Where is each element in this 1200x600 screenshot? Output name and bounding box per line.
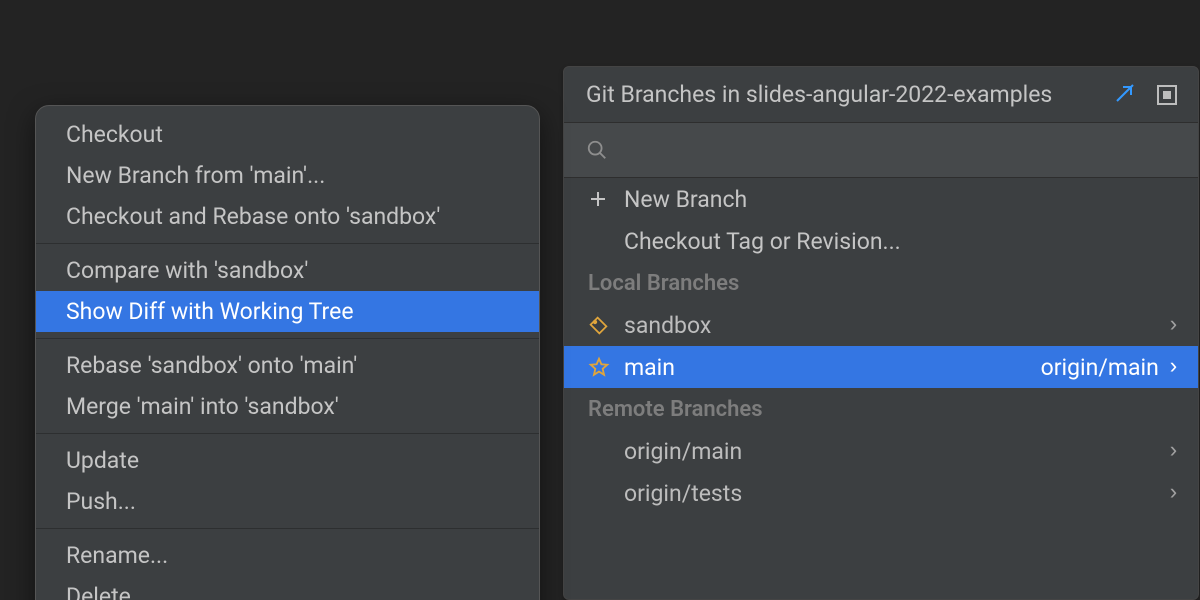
- branch-context-menu: Checkout New Branch from 'main'... Check…: [35, 105, 540, 600]
- checkout-tag-label: Checkout Tag or Revision...: [624, 228, 1180, 255]
- star-icon: [588, 356, 624, 378]
- branch-label: origin/main: [624, 438, 1167, 465]
- chevron-right-icon: ›: [1167, 439, 1180, 464]
- remote-branches-header: Remote Branches: [564, 388, 1198, 430]
- tracking-label: origin/main: [1041, 354, 1159, 381]
- tag-icon: [588, 315, 624, 336]
- ctx-rename[interactable]: Rename...: [36, 535, 539, 576]
- branch-label: main: [624, 354, 1041, 381]
- chevron-right-icon: ›: [1167, 355, 1180, 380]
- checkout-tag-action[interactable]: Checkout Tag or Revision...: [564, 220, 1198, 262]
- new-branch-label: New Branch: [624, 186, 1180, 213]
- branch-origin-tests[interactable]: origin/tests ›: [564, 472, 1198, 514]
- pin-icon[interactable]: [1112, 82, 1138, 108]
- branch-main[interactable]: main origin/main ›: [564, 346, 1198, 388]
- ctx-checkout[interactable]: Checkout: [36, 114, 539, 155]
- chevron-right-icon: ›: [1167, 313, 1180, 338]
- separator: [36, 338, 539, 339]
- chevron-right-icon: ›: [1167, 481, 1180, 506]
- ctx-push[interactable]: Push...: [36, 481, 539, 522]
- branch-origin-main[interactable]: origin/main ›: [564, 430, 1198, 472]
- separator: [36, 528, 539, 529]
- popup-title: Git Branches in slides-angular-2022-exam…: [586, 81, 1112, 108]
- branch-search-input[interactable]: [618, 137, 1176, 163]
- popup-titlebar: Git Branches in slides-angular-2022-exam…: [564, 67, 1198, 123]
- ctx-update[interactable]: Update: [36, 440, 539, 481]
- branch-label: sandbox: [624, 312, 1167, 339]
- ctx-compare-with[interactable]: Compare with 'sandbox': [36, 250, 539, 291]
- plus-icon: [588, 189, 624, 209]
- ctx-new-branch-from[interactable]: New Branch from 'main'...: [36, 155, 539, 196]
- ctx-delete[interactable]: Delete: [36, 576, 539, 600]
- separator: [36, 243, 539, 244]
- ctx-checkout-rebase[interactable]: Checkout and Rebase onto 'sandbox': [36, 196, 539, 237]
- ctx-show-diff[interactable]: Show Diff with Working Tree: [36, 291, 539, 332]
- branch-sandbox[interactable]: sandbox ›: [564, 304, 1198, 346]
- ctx-merge-into[interactable]: Merge 'main' into 'sandbox': [36, 386, 539, 427]
- local-branches-header: Local Branches: [564, 262, 1198, 304]
- branches-list: New Branch Checkout Tag or Revision... L…: [564, 178, 1198, 599]
- branch-label: origin/tests: [624, 480, 1167, 507]
- search-icon: [586, 139, 608, 161]
- expand-icon[interactable]: [1154, 82, 1180, 108]
- git-branches-popup: Git Branches in slides-angular-2022-exam…: [563, 66, 1199, 600]
- ctx-rebase-onto[interactable]: Rebase 'sandbox' onto 'main': [36, 345, 539, 386]
- new-branch-action[interactable]: New Branch: [564, 178, 1198, 220]
- separator: [36, 433, 539, 434]
- popup-title-icons: [1112, 82, 1180, 108]
- branch-search[interactable]: [564, 123, 1198, 178]
